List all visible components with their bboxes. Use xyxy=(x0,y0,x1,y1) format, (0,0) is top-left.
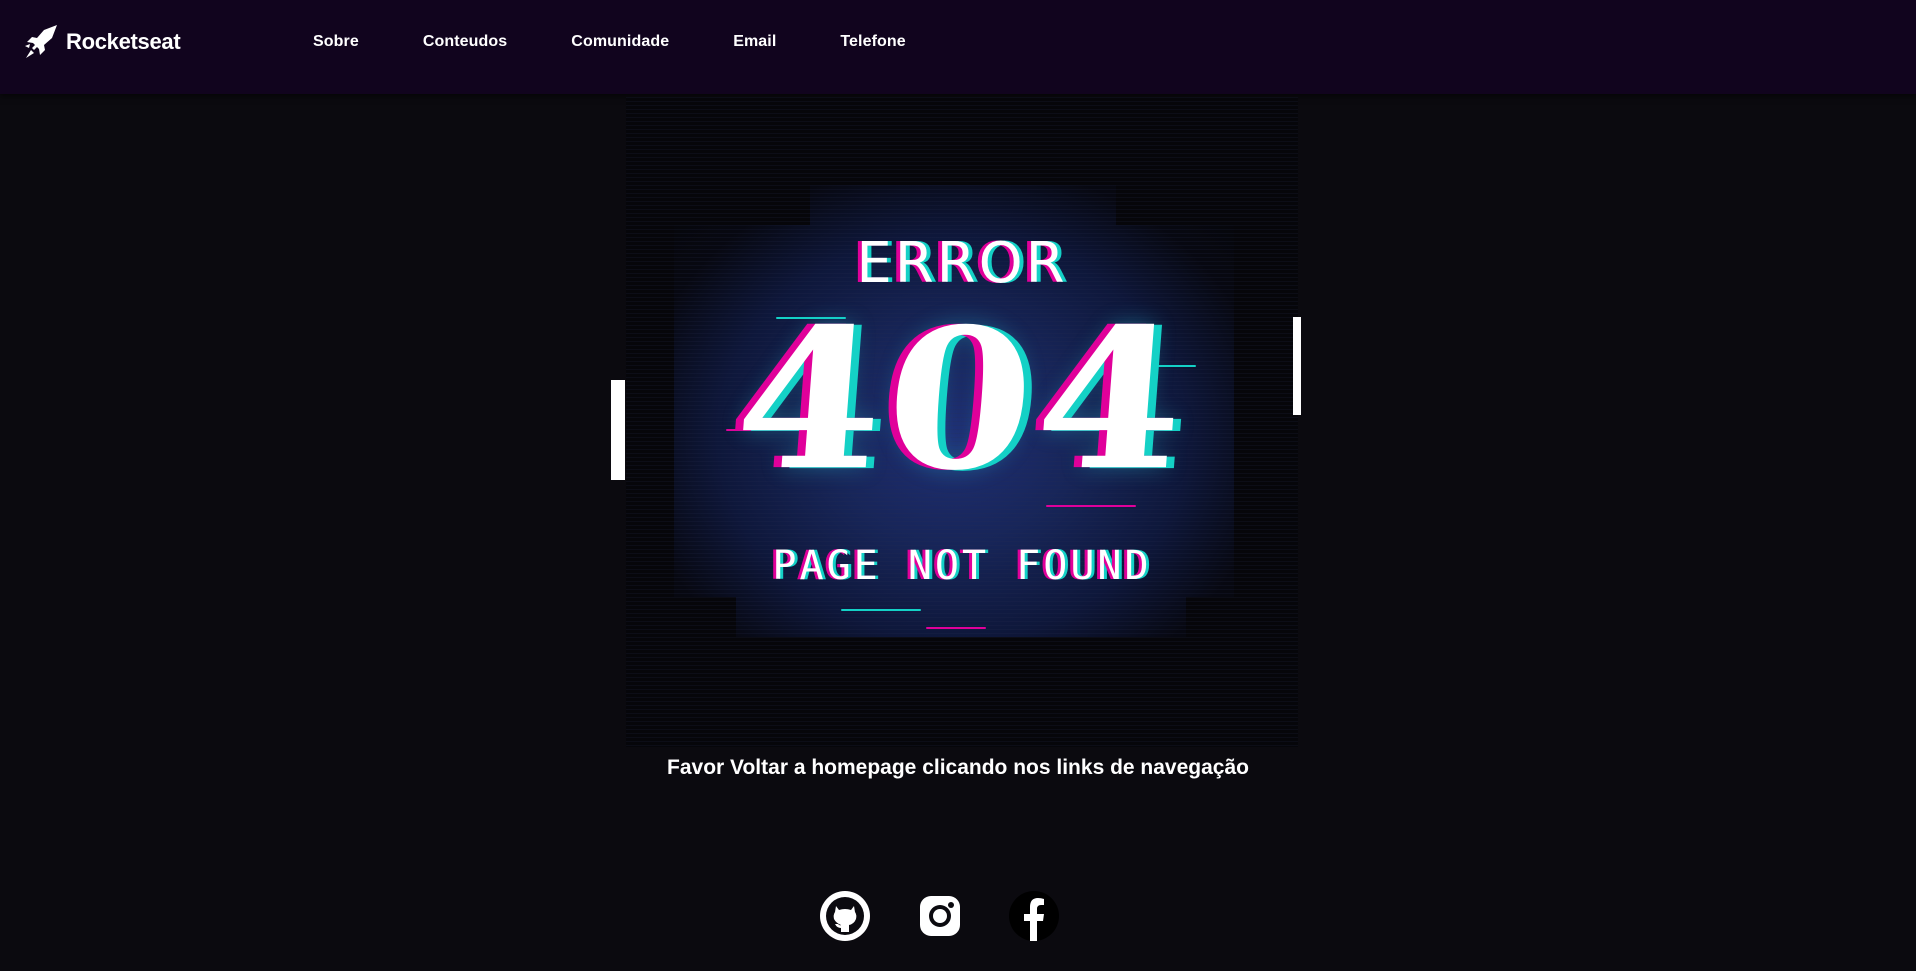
error-404-illustration: ERROR 404 PAGE NOT FOUND xyxy=(626,97,1298,747)
top-navbar: Rocketseat Sobre Conteudos Comunidade Em… xyxy=(0,0,1916,94)
github-link[interactable] xyxy=(819,890,871,942)
glitch-bar-right xyxy=(1293,317,1301,415)
facebook-icon xyxy=(1009,891,1059,941)
brand-name: Rocketseat xyxy=(66,29,181,54)
github-icon xyxy=(820,891,870,941)
error-code: 404 xyxy=(728,285,1196,514)
nav-link-email[interactable]: Email xyxy=(733,33,776,51)
facebook-link[interactable] xyxy=(1008,890,1060,942)
glitch-bar-left xyxy=(611,380,625,480)
glitch-streak xyxy=(926,627,986,629)
nav-link-conteudos[interactable]: Conteudos xyxy=(423,33,507,51)
main-nav: Sobre Conteudos Comunidade Email Telefon… xyxy=(313,33,906,51)
page-not-found-text: PAGE NOT FOUND xyxy=(772,543,1152,589)
instagram-icon xyxy=(920,896,960,936)
instruction-message: Favor Voltar a homepage clicando nos lin… xyxy=(667,756,1249,779)
instagram-link[interactable] xyxy=(914,890,966,942)
glitch-streak xyxy=(841,609,921,611)
rocket-icon xyxy=(25,25,57,58)
nav-link-sobre[interactable]: Sobre xyxy=(313,33,359,51)
brand-logo[interactable]: Rocketseat xyxy=(24,24,181,60)
nav-link-comunidade[interactable]: Comunidade xyxy=(571,33,669,51)
nav-link-telefone[interactable]: Telefone xyxy=(840,33,905,51)
